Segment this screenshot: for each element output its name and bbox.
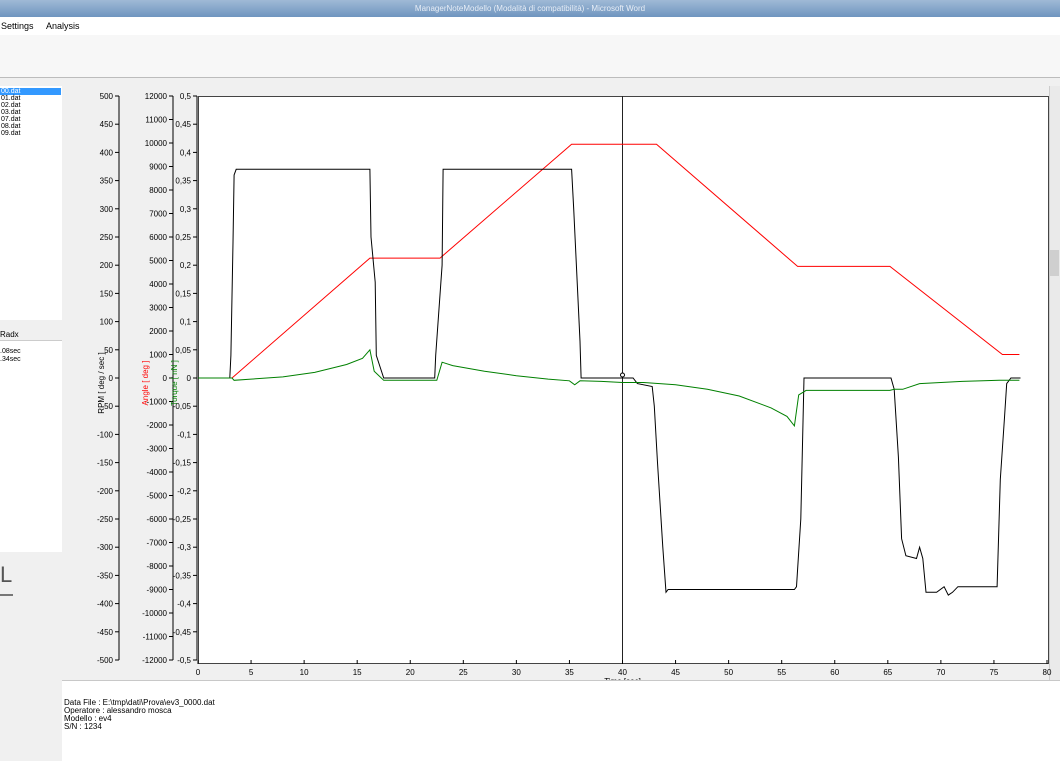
y-tick-label: -11000 [143, 633, 168, 642]
y-tick-label: -350 [97, 571, 114, 580]
y-tick-label: -0,3 [177, 543, 191, 552]
y-tick-label: -2000 [147, 421, 168, 430]
y-tick-label: -12000 [142, 656, 167, 665]
y-tick-label: -5000 [147, 492, 168, 501]
y-tick-label: -9000 [147, 586, 168, 595]
y-tick-label: -450 [97, 628, 114, 637]
x-tick-label: 65 [883, 668, 892, 677]
y-tick-label: -200 [97, 487, 114, 496]
y-tick-label: -0,5 [177, 656, 191, 665]
series-line [198, 143, 1020, 379]
y-tick-label: 350 [100, 177, 114, 186]
y-tick-label: -250 [97, 515, 114, 524]
y-tick-label: 400 [100, 148, 114, 157]
y-axis-title: RPM [ deg / sec ] [97, 352, 106, 413]
y-tick-label: 300 [100, 205, 114, 214]
x-tick-label: 50 [724, 668, 733, 677]
y-tick-label: 7000 [149, 210, 167, 219]
x-tick-label: 10 [300, 668, 309, 677]
y-tick-label: -0,2 [177, 487, 191, 496]
y-tick-label: 0,4 [180, 148, 192, 157]
x-tick-label: 40 [618, 668, 627, 677]
y-tick-label: 0,05 [175, 346, 191, 355]
y-tick-label: -4000 [147, 468, 168, 477]
y-tick-label: 0,1 [180, 318, 192, 327]
y-tick-label: 100 [100, 318, 114, 327]
y-tick-label: 450 [100, 120, 114, 129]
x-tick-label: 55 [777, 668, 786, 677]
y-tick-label: 0,35 [175, 177, 191, 186]
y-tick-label: 8000 [149, 186, 167, 195]
y-tick-label: -0,4 [177, 600, 191, 609]
x-tick-label: 45 [671, 668, 680, 677]
x-tick-label: 15 [353, 668, 362, 677]
x-tick-label: 30 [512, 668, 521, 677]
y-tick-label: -0,1 [177, 430, 191, 439]
y-tick-label: -100 [97, 430, 114, 439]
y-tick-label: 500 [100, 92, 114, 101]
y-tick-label: -0,25 [173, 515, 192, 524]
y-tick-label: 150 [100, 289, 114, 298]
x-tick-label: 0 [196, 668, 201, 677]
y-tick-label: 0 [163, 374, 168, 383]
y-tick-label: -0,35 [173, 571, 192, 580]
y-tick-label: 12000 [145, 92, 168, 101]
y-tick-label: 200 [100, 261, 114, 270]
y-tick-label: 1000 [149, 351, 167, 360]
y-tick-label: 0,3 [180, 205, 192, 214]
x-tick-label: 75 [989, 668, 998, 677]
y-tick-label: -500 [97, 656, 114, 665]
y-tick-label: -150 [97, 459, 114, 468]
x-tick-label: 5 [249, 668, 254, 677]
y-tick-label: 0 [109, 374, 114, 383]
y-tick-label: 0,5 [180, 92, 192, 101]
y-tick-label: -10000 [142, 609, 167, 618]
y-tick-label: 0 [187, 374, 192, 383]
y-tick-label: -300 [97, 543, 114, 552]
y-tick-label: 3000 [149, 304, 167, 313]
y-axis-title: Torque [ nN ] [170, 360, 179, 406]
x-tick-label: 80 [1043, 668, 1052, 677]
x-tick-label: 25 [459, 668, 468, 677]
y-tick-label: 2000 [149, 327, 167, 336]
y-tick-label: 9000 [149, 163, 167, 172]
y-tick-label: 0,25 [175, 233, 191, 242]
x-tick-label: 35 [565, 668, 574, 677]
y-tick-label: -6000 [147, 515, 168, 524]
y-tick-label: -0,45 [173, 628, 192, 637]
y-tick-label: 6000 [149, 233, 167, 242]
y-tick-label: 250 [100, 233, 114, 242]
y-tick-label: 4000 [149, 280, 167, 289]
y-tick-label: 11000 [145, 116, 167, 125]
x-tick-label: 20 [406, 668, 415, 677]
x-tick-label: 60 [830, 668, 839, 677]
y-tick-label: 0,15 [175, 289, 191, 298]
sn-label: S/N : 1234 [64, 722, 102, 731]
x-tick-label: 70 [936, 668, 945, 677]
y-tick-label: -7000 [147, 539, 168, 548]
y-tick-label: -0,15 [173, 459, 192, 468]
y-axis-title: Angle [ deg ] [141, 361, 150, 406]
info-panel: Data File : E:\tmp\dati\Prova\ev3_0000.d… [62, 680, 1060, 761]
y-tick-label: 5000 [149, 257, 167, 266]
y-tick-label: -400 [97, 600, 114, 609]
y-tick-label: -3000 [147, 445, 168, 454]
y-tick-label: 10000 [145, 139, 168, 148]
chart-svg: 500450400350300250200150100500-50-100-15… [97, 92, 1052, 686]
y-tick-label: 0,2 [180, 261, 192, 270]
time-cursor-marker [620, 372, 625, 378]
y-tick-label: -8000 [147, 562, 168, 571]
y-tick-label: 0,45 [175, 120, 191, 129]
